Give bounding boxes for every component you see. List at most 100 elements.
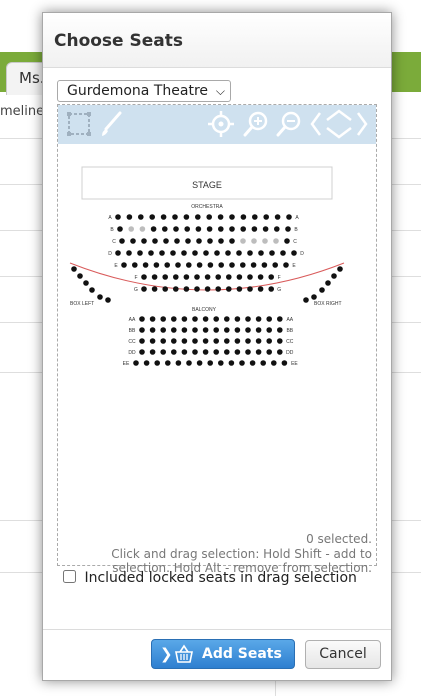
seat[interactable] xyxy=(229,262,235,268)
seat[interactable] xyxy=(164,262,170,268)
seat[interactable] xyxy=(247,250,253,256)
seat[interactable] xyxy=(285,226,291,232)
seat[interactable] xyxy=(224,316,230,322)
seat[interactable] xyxy=(286,214,292,220)
seat[interactable] xyxy=(224,349,230,355)
seat[interactable] xyxy=(207,360,213,366)
seat[interactable] xyxy=(291,250,297,256)
seat[interactable] xyxy=(255,349,262,355)
box-right-seat[interactable] xyxy=(319,287,325,293)
seat[interactable] xyxy=(234,349,241,355)
seat[interactable] xyxy=(217,214,224,220)
seat[interactable] xyxy=(181,316,188,322)
seat[interactable] xyxy=(192,349,198,355)
seat[interactable] xyxy=(171,349,177,355)
seat[interactable] xyxy=(117,226,123,232)
seats-layer[interactable]: A AB BC CD DE EF FG GAA AABB BBCC CCDD DDEE EE xyxy=(71,214,343,367)
seat[interactable] xyxy=(171,316,177,322)
seat[interactable] xyxy=(214,250,220,256)
seat[interactable] xyxy=(150,226,157,232)
seat[interactable] xyxy=(126,214,133,220)
box-left-seat[interactable] xyxy=(83,280,89,286)
seat[interactable] xyxy=(207,262,214,268)
seat[interactable] xyxy=(218,238,224,244)
seat[interactable] xyxy=(226,274,232,280)
seat[interactable] xyxy=(247,286,253,292)
seat[interactable] xyxy=(261,262,268,268)
locked-seats-option[interactable]: Included locked seats in drag selection xyxy=(63,570,357,586)
seat[interactable] xyxy=(266,316,272,322)
seat[interactable] xyxy=(207,238,213,244)
seat[interactable] xyxy=(186,360,192,366)
seat[interactable] xyxy=(258,250,264,256)
seat[interactable] xyxy=(196,360,203,366)
seat[interactable] xyxy=(273,238,279,244)
seat[interactable] xyxy=(138,214,144,220)
seat[interactable] xyxy=(251,226,258,232)
seat[interactable] xyxy=(151,274,158,280)
seat[interactable] xyxy=(151,286,158,292)
seat[interactable] xyxy=(218,226,224,232)
seat[interactable] xyxy=(196,262,203,268)
seat[interactable] xyxy=(255,338,262,344)
seat[interactable] xyxy=(171,338,177,344)
seat[interactable] xyxy=(141,274,147,280)
seat[interactable] xyxy=(245,338,251,344)
seat[interactable] xyxy=(162,226,168,232)
seat[interactable] xyxy=(252,214,258,220)
seat[interactable] xyxy=(174,238,180,244)
zoom-out-icon[interactable] xyxy=(274,109,304,139)
seat[interactable] xyxy=(274,214,281,220)
seat[interactable] xyxy=(132,262,138,268)
seat[interactable] xyxy=(139,349,145,355)
seat[interactable] xyxy=(266,338,272,344)
seat[interactable] xyxy=(202,349,209,355)
seat[interactable] xyxy=(218,262,224,268)
seat[interactable] xyxy=(183,274,190,280)
seat[interactable] xyxy=(268,274,274,280)
seat[interactable] xyxy=(139,226,146,232)
seat[interactable] xyxy=(149,214,155,220)
seat[interactable] xyxy=(215,286,221,292)
seat[interactable] xyxy=(263,214,269,220)
seat[interactable] xyxy=(141,286,147,292)
seat[interactable] xyxy=(130,238,136,244)
seat[interactable] xyxy=(192,327,198,333)
locked-seats-checkbox[interactable] xyxy=(63,570,76,583)
box-right-seat[interactable] xyxy=(311,294,317,300)
seat[interactable] xyxy=(175,262,181,268)
seat[interactable] xyxy=(181,338,188,344)
seat[interactable] xyxy=(281,360,288,366)
seat[interactable] xyxy=(194,274,200,280)
seat[interactable] xyxy=(202,316,209,322)
seat[interactable] xyxy=(215,274,221,280)
seat-map[interactable]: STAGE ORCHESTRA BALCONY BOX LEFT BOX RIG… xyxy=(58,145,376,385)
pan-arrows-icon[interactable] xyxy=(308,109,370,139)
seat[interactable] xyxy=(277,349,283,355)
seat[interactable] xyxy=(224,327,230,333)
seat[interactable] xyxy=(206,226,213,232)
box-left-seat[interactable] xyxy=(105,297,111,303)
seat[interactable] xyxy=(284,238,290,244)
box-right-seat[interactable] xyxy=(303,297,309,303)
box-right-seat[interactable] xyxy=(325,280,331,286)
seat[interactable] xyxy=(160,316,166,322)
seat[interactable] xyxy=(272,262,278,268)
seat[interactable] xyxy=(240,226,246,232)
add-seats-button[interactable]: ❯ Add Seats xyxy=(151,639,295,669)
seat[interactable] xyxy=(268,286,274,292)
seat[interactable] xyxy=(181,327,188,333)
seat[interactable] xyxy=(121,262,127,268)
seat[interactable] xyxy=(183,286,190,292)
seat[interactable] xyxy=(260,360,266,366)
seat[interactable] xyxy=(194,286,200,292)
recenter-icon[interactable] xyxy=(206,109,236,139)
seat[interactable] xyxy=(236,286,243,292)
seat[interactable] xyxy=(203,250,209,256)
brush-icon[interactable] xyxy=(96,109,126,139)
seat[interactable] xyxy=(192,250,198,256)
seat[interactable] xyxy=(229,226,235,232)
box-left-seat[interactable] xyxy=(97,294,103,300)
box-left-seat[interactable] xyxy=(89,287,95,293)
seat[interactable] xyxy=(255,316,262,322)
